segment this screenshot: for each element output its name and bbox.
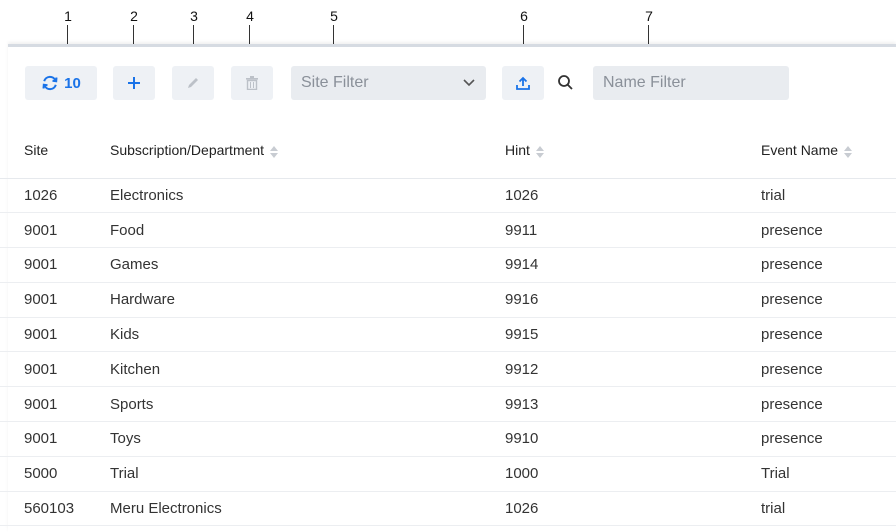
- table-row[interactable]: 9001 Sports 9913 presence: [0, 386, 896, 423]
- refresh-count: 10: [64, 74, 81, 92]
- cell-event-name: presence: [761, 282, 896, 318]
- table-row[interactable]: 9001 Kitchen 9912 presence: [0, 351, 896, 388]
- cell-event-name: presence: [761, 386, 896, 423]
- cell-event-name: presence: [761, 247, 896, 283]
- sort-icon: [270, 145, 279, 158]
- cell-site: 5000: [0, 456, 110, 492]
- cell-hint: 1026: [505, 491, 761, 527]
- cell-site: 9001: [0, 421, 110, 457]
- refresh-button[interactable]: 10: [25, 66, 97, 100]
- table-row[interactable]: 1026 Electronics 1026 trial: [0, 178, 896, 214]
- search-icon: [558, 75, 573, 90]
- cell-hint: 9911: [505, 212, 761, 249]
- site-filter-placeholder: Site Filter: [301, 74, 369, 91]
- cell-event-name: presence: [761, 212, 896, 249]
- trash-icon: [246, 76, 258, 90]
- toolbar: 10 Site Filter: [8, 47, 896, 121]
- table-row[interactable]: 9001 Kids 9915 presence: [0, 317, 896, 353]
- cell-site: 1026: [0, 178, 110, 214]
- column-label: Hint: [505, 142, 530, 159]
- column-header-hint[interactable]: Hint: [505, 123, 761, 179]
- cell-site: 9001: [0, 351, 110, 388]
- cell-hint: 9912: [505, 351, 761, 388]
- cell-hint: 9914: [505, 247, 761, 283]
- cell-event-name: trial: [761, 491, 896, 527]
- cell-hint: 1000: [505, 456, 761, 492]
- cell-event-name: presence: [761, 317, 896, 353]
- table-row[interactable]: 9001 Toys 9910 presence: [0, 421, 896, 457]
- cell-subscription: Sports: [110, 386, 505, 423]
- column-header-subscription[interactable]: Subscription/Department: [110, 123, 505, 179]
- table-row[interactable]: 560103 Meru Electronics 1026 trial: [0, 491, 896, 527]
- callout-2: 2: [124, 8, 144, 71]
- cell-hint: 1026: [505, 178, 761, 214]
- cell-subscription: Kids: [110, 317, 505, 353]
- column-header-site[interactable]: Site: [0, 123, 110, 179]
- column-header-event-name[interactable]: Event Name: [761, 123, 896, 179]
- callout-1: 1: [58, 8, 78, 71]
- cell-site: 560103: [0, 491, 110, 527]
- cell-site: 9001: [0, 212, 110, 249]
- plus-icon: [128, 77, 140, 89]
- column-label: Subscription/Department: [110, 142, 265, 159]
- export-button[interactable]: [502, 66, 544, 100]
- cell-event-name: presence: [761, 421, 896, 457]
- table-row[interactable]: 9001 Games 9914 presence: [0, 247, 896, 283]
- callout-3: 3: [184, 8, 204, 71]
- cell-subscription: Electronics: [110, 178, 505, 214]
- cell-site: 9001: [0, 282, 110, 318]
- pencil-icon: [188, 78, 198, 88]
- name-filter-input[interactable]: [593, 66, 789, 100]
- table-row[interactable]: 9001 Food 9911 presence: [0, 212, 896, 249]
- cell-site: 9001: [0, 317, 110, 353]
- cell-event-name: Trial: [761, 456, 896, 492]
- cell-event-name: presence: [761, 351, 896, 388]
- chevron-down-icon: [463, 79, 475, 87]
- refresh-icon: [42, 75, 58, 91]
- cell-subscription: Meru Electronics: [110, 491, 505, 527]
- upload-icon: [516, 76, 530, 90]
- data-panel: 10 Site Filter Name Filter Site Subscrip…: [0, 44, 896, 532]
- callout-5: 5: [324, 8, 344, 71]
- callout-6: 6: [514, 8, 534, 71]
- cell-event-name: trial: [761, 178, 896, 214]
- data-table: Site Subscription/Department Hint Event …: [0, 123, 896, 527]
- delete-button[interactable]: [231, 66, 273, 100]
- cell-subscription: Toys: [110, 421, 505, 457]
- cell-site: 9001: [0, 247, 110, 283]
- callout-7: 7: [639, 8, 659, 73]
- table-row[interactable]: 9001 Hardware 9916 presence: [0, 282, 896, 318]
- sort-icon: [535, 145, 544, 158]
- cell-subscription: Trial: [110, 456, 505, 492]
- cell-subscription: Hardware: [110, 282, 505, 318]
- callout-4: 4: [240, 8, 260, 71]
- add-button[interactable]: [113, 66, 155, 100]
- cell-hint: 9910: [505, 421, 761, 457]
- sort-icon: [844, 145, 853, 158]
- table-header-row: Site Subscription/Department Hint Event …: [0, 123, 896, 179]
- cell-hint: 9913: [505, 386, 761, 423]
- cell-subscription: Kitchen: [110, 351, 505, 388]
- cell-subscription: Games: [110, 247, 505, 283]
- edit-button[interactable]: [172, 66, 214, 100]
- column-label: Event Name: [761, 142, 839, 159]
- cell-hint: 9915: [505, 317, 761, 353]
- site-filter-select[interactable]: Site Filter: [291, 66, 486, 100]
- cell-hint: 9916: [505, 282, 761, 318]
- column-label: Site: [24, 142, 49, 159]
- cell-subscription: Food: [110, 212, 505, 249]
- table-row[interactable]: 5000 Trial 1000 Trial: [0, 456, 896, 492]
- cell-site: 9001: [0, 386, 110, 423]
